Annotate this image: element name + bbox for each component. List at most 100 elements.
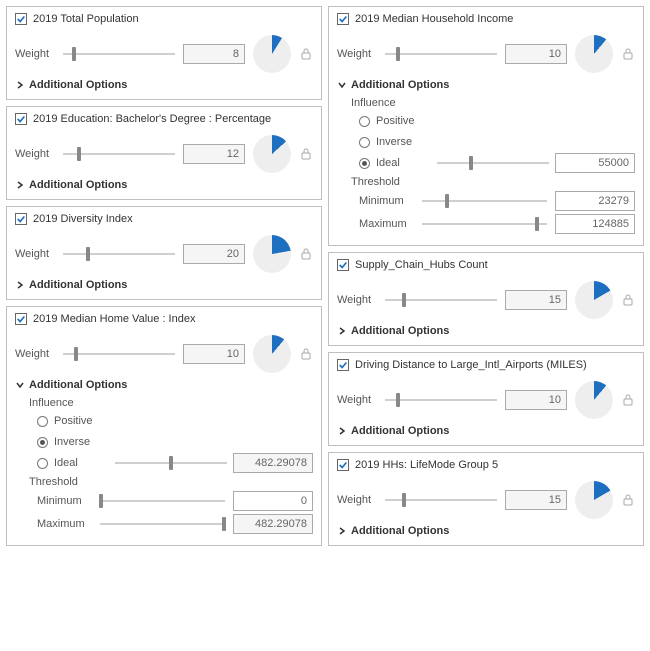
criteria-card: 2019 HHs: LifeMode Group 5 Weight 15 Additi… [328,452,644,546]
lock-icon[interactable] [621,493,635,507]
value-input[interactable]: 124885 [555,214,635,234]
lock-icon[interactable] [299,247,313,261]
chevron-right-icon [337,326,347,336]
additional-options-toggle[interactable]: Additional Options [15,179,313,191]
threshold-min-slider[interactable] [100,500,225,502]
influence-radio-ideal[interactable] [359,158,370,169]
influence-radio-inverse[interactable] [37,437,48,448]
chevron-down-icon [15,380,25,390]
card-title: 2019 Median Household Income [355,13,513,25]
additional-options-label: Additional Options [29,179,127,191]
influence-radio-inverse[interactable] [359,137,370,148]
additional-options-toggle[interactable]: Additional Options [337,425,635,437]
threshold-min-label: Minimum [37,495,92,507]
chevron-right-icon [15,280,25,290]
additional-options-toggle[interactable]: Additional Options [337,525,635,537]
weight-pie-icon [253,35,291,73]
additional-options-toggle[interactable]: Additional Options [15,279,313,291]
additional-options-panel: InfluencePositiveInverseIdeal55000Thresh… [351,97,635,234]
weight-slider[interactable] [385,299,497,301]
influence-radio-positive[interactable] [37,416,48,427]
threshold-heading: Threshold [29,476,313,488]
enable-checkbox[interactable] [15,113,27,125]
weight-slider-thumb[interactable] [396,47,400,61]
value-input[interactable]: 12 [183,144,245,164]
enable-checkbox[interactable] [337,259,349,271]
weight-slider[interactable] [63,153,175,155]
influence-label-positive: Positive [376,115,431,127]
value-input[interactable]: 0 [233,491,313,511]
enable-checkbox[interactable] [15,313,27,325]
ideal-slider[interactable] [437,162,549,164]
enable-checkbox[interactable] [337,459,349,471]
additional-options-toggle[interactable]: Additional Options [337,79,635,91]
lock-icon[interactable] [621,393,635,407]
weight-slider[interactable] [63,53,175,55]
threshold-min-slider-thumb[interactable] [445,194,449,208]
additional-options-toggle[interactable]: Additional Options [15,79,313,91]
enable-checkbox[interactable] [15,213,27,225]
enable-checkbox[interactable] [337,359,349,371]
chevron-right-icon [337,426,347,436]
additional-options-toggle[interactable]: Additional Options [15,379,313,391]
weight-pie-icon [253,135,291,173]
threshold-max-slider[interactable] [422,223,547,225]
weight-slider-thumb[interactable] [402,493,406,507]
weight-pie-icon [575,281,613,319]
value-input[interactable]: 15 [505,490,567,510]
value-input[interactable]: 55000 [555,153,635,173]
value-input[interactable]: 15 [505,290,567,310]
card-title: 2019 Diversity Index [33,213,133,225]
influence-radio-ideal[interactable] [37,458,48,469]
lock-icon[interactable] [299,147,313,161]
weight-label: Weight [337,294,377,306]
value-input[interactable]: 20 [183,244,245,264]
additional-options-label: Additional Options [351,325,449,337]
value-input[interactable]: 10 [505,390,567,410]
lock-icon[interactable] [621,293,635,307]
ideal-slider[interactable] [115,462,227,464]
value-input[interactable]: 482.29078 [233,453,313,473]
weight-slider[interactable] [385,399,497,401]
weight-pie-icon [575,35,613,73]
value-input[interactable]: 10 [183,344,245,364]
weight-slider[interactable] [385,499,497,501]
weight-label: Weight [337,494,377,506]
weight-slider-thumb[interactable] [72,47,76,61]
weight-slider[interactable] [385,53,497,55]
weight-slider[interactable] [63,353,175,355]
weight-label: Weight [15,348,55,360]
lock-icon[interactable] [299,47,313,61]
influence-heading: Influence [351,97,635,109]
lock-icon[interactable] [621,47,635,61]
value-input[interactable]: 10 [505,44,567,64]
weight-slider-thumb[interactable] [396,393,400,407]
card-title: 2019 HHs: LifeMode Group 5 [355,459,498,471]
ideal-slider-thumb[interactable] [469,156,473,170]
weight-slider-thumb[interactable] [77,147,81,161]
card-title: 2019 Education: Bachelor's Degree : Perc… [33,113,271,125]
chevron-right-icon [337,526,347,536]
value-input[interactable]: 8 [183,44,245,64]
weight-slider-thumb[interactable] [86,247,90,261]
influence-radio-positive[interactable] [359,116,370,127]
value-input[interactable]: 23279 [555,191,635,211]
threshold-max-slider-thumb[interactable] [222,517,226,531]
additional-options-toggle[interactable]: Additional Options [337,325,635,337]
enable-checkbox[interactable] [337,13,349,25]
chevron-right-icon [15,80,25,90]
lock-icon[interactable] [299,347,313,361]
weight-slider[interactable] [63,253,175,255]
weight-pie-icon [253,235,291,273]
value-input[interactable]: 482.29078 [233,514,313,534]
card-title: 2019 Median Home Value : Index [33,313,195,325]
threshold-max-slider[interactable] [100,523,225,525]
threshold-min-slider-thumb[interactable] [99,494,103,508]
weight-slider-thumb[interactable] [74,347,78,361]
chevron-down-icon [337,80,347,90]
ideal-slider-thumb[interactable] [169,456,173,470]
threshold-max-slider-thumb[interactable] [535,217,539,231]
enable-checkbox[interactable] [15,13,27,25]
weight-slider-thumb[interactable] [402,293,406,307]
threshold-min-slider[interactable] [422,200,547,202]
